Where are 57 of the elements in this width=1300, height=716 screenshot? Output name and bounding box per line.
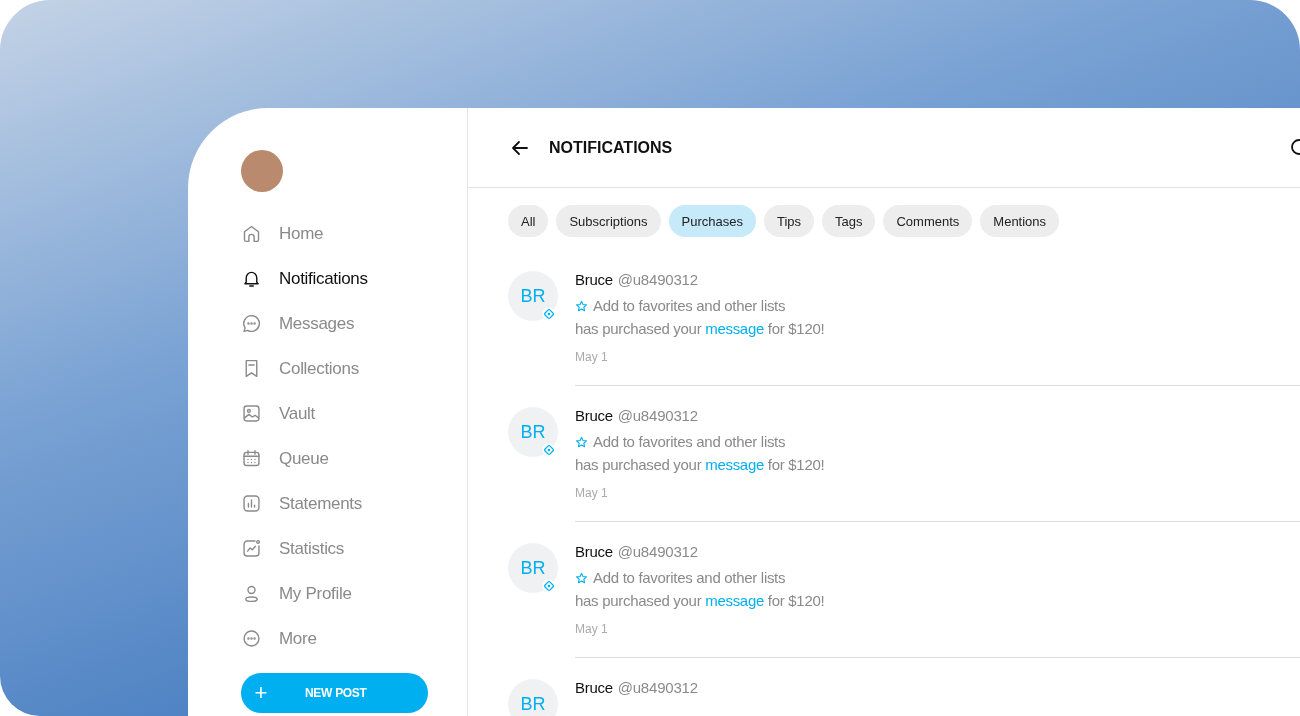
sidebar-item[interactable]: Collections xyxy=(241,346,467,391)
user-handle[interactable]: @u8490312 xyxy=(617,270,698,290)
sidebar-item[interactable]: Messages xyxy=(241,301,467,346)
add-to-favorites-link[interactable]: Add to favorites and other lists xyxy=(575,568,786,588)
filter-chip[interactable]: Comments xyxy=(883,205,973,237)
page-title: NOTIFICATIONS xyxy=(549,138,673,157)
message-link[interactable]: message xyxy=(705,592,764,609)
add-to-favorites-link[interactable]: Add to favorites and other lists xyxy=(575,296,786,316)
user-name[interactable]: Bruce xyxy=(575,406,613,426)
filter-chip[interactable]: Tags xyxy=(822,205,876,237)
verified-badge-icon xyxy=(542,443,556,457)
filter-chip[interactable]: Subscriptions xyxy=(556,205,661,237)
initials-avatar[interactable]: BR xyxy=(508,407,558,457)
verified-badge-icon xyxy=(542,579,556,593)
calendar-icon xyxy=(241,448,262,469)
user-handle[interactable]: @u8490312 xyxy=(617,406,698,426)
filter-chip[interactable]: All xyxy=(508,205,549,237)
initials-avatar[interactable]: BR xyxy=(508,271,558,321)
initials-avatar[interactable]: BR xyxy=(508,679,558,716)
user-handle[interactable]: @u8490312 xyxy=(617,678,698,698)
image-icon xyxy=(241,403,262,424)
sidebar-item[interactable]: Notifications xyxy=(241,256,467,301)
verified-badge-icon xyxy=(542,307,556,321)
add-to-favorites-link[interactable]: Add to favorites and other lists xyxy=(575,432,786,452)
avatar-photo-placeholder[interactable] xyxy=(241,150,283,192)
sidebar-item[interactable]: Statements xyxy=(241,481,467,526)
chat-bubble-icon xyxy=(241,313,262,334)
bar-chart-icon xyxy=(241,493,262,514)
initials-avatar[interactable]: BR xyxy=(508,543,558,593)
user-handle[interactable]: @u8490312 xyxy=(617,542,698,562)
star-icon xyxy=(575,435,588,449)
home-icon xyxy=(241,223,262,244)
star-icon xyxy=(575,571,588,585)
new-post-button[interactable]: + NEW POST xyxy=(241,673,428,713)
notification-date: May 1 xyxy=(575,621,609,638)
filter-chip[interactable]: Purchases xyxy=(668,205,756,237)
user-name[interactable]: Bruce xyxy=(575,542,613,562)
sidebar-item[interactable]: Queue xyxy=(241,436,467,481)
star-icon xyxy=(575,299,588,313)
filter-chip[interactable]: Tips xyxy=(763,205,814,237)
notification-date: May 1 xyxy=(575,485,609,502)
message-link[interactable]: message xyxy=(705,320,764,337)
message-link[interactable]: message xyxy=(705,456,764,473)
user-name[interactable]: Bruce xyxy=(575,270,613,290)
more-icon xyxy=(241,628,262,649)
user-name[interactable]: Bruce xyxy=(575,678,613,698)
sidebar-item[interactable]: My Profile xyxy=(241,571,467,616)
notification-text: has purchased your message for $120! xyxy=(575,319,826,339)
sidebar-item[interactable]: More xyxy=(241,616,467,661)
sidebar-item[interactable]: Home xyxy=(241,211,467,256)
notification-text: has purchased your message for $120! xyxy=(575,591,826,611)
notification-text: has purchased your message for $120! xyxy=(575,455,826,475)
sidebar-item[interactable]: Statistics xyxy=(241,526,467,571)
notification-date: May 1 xyxy=(575,349,609,366)
filter-chip[interactable]: Mentions xyxy=(980,205,1060,237)
sidebar-item[interactable]: Vault xyxy=(241,391,467,436)
line-chart-icon xyxy=(241,538,262,559)
